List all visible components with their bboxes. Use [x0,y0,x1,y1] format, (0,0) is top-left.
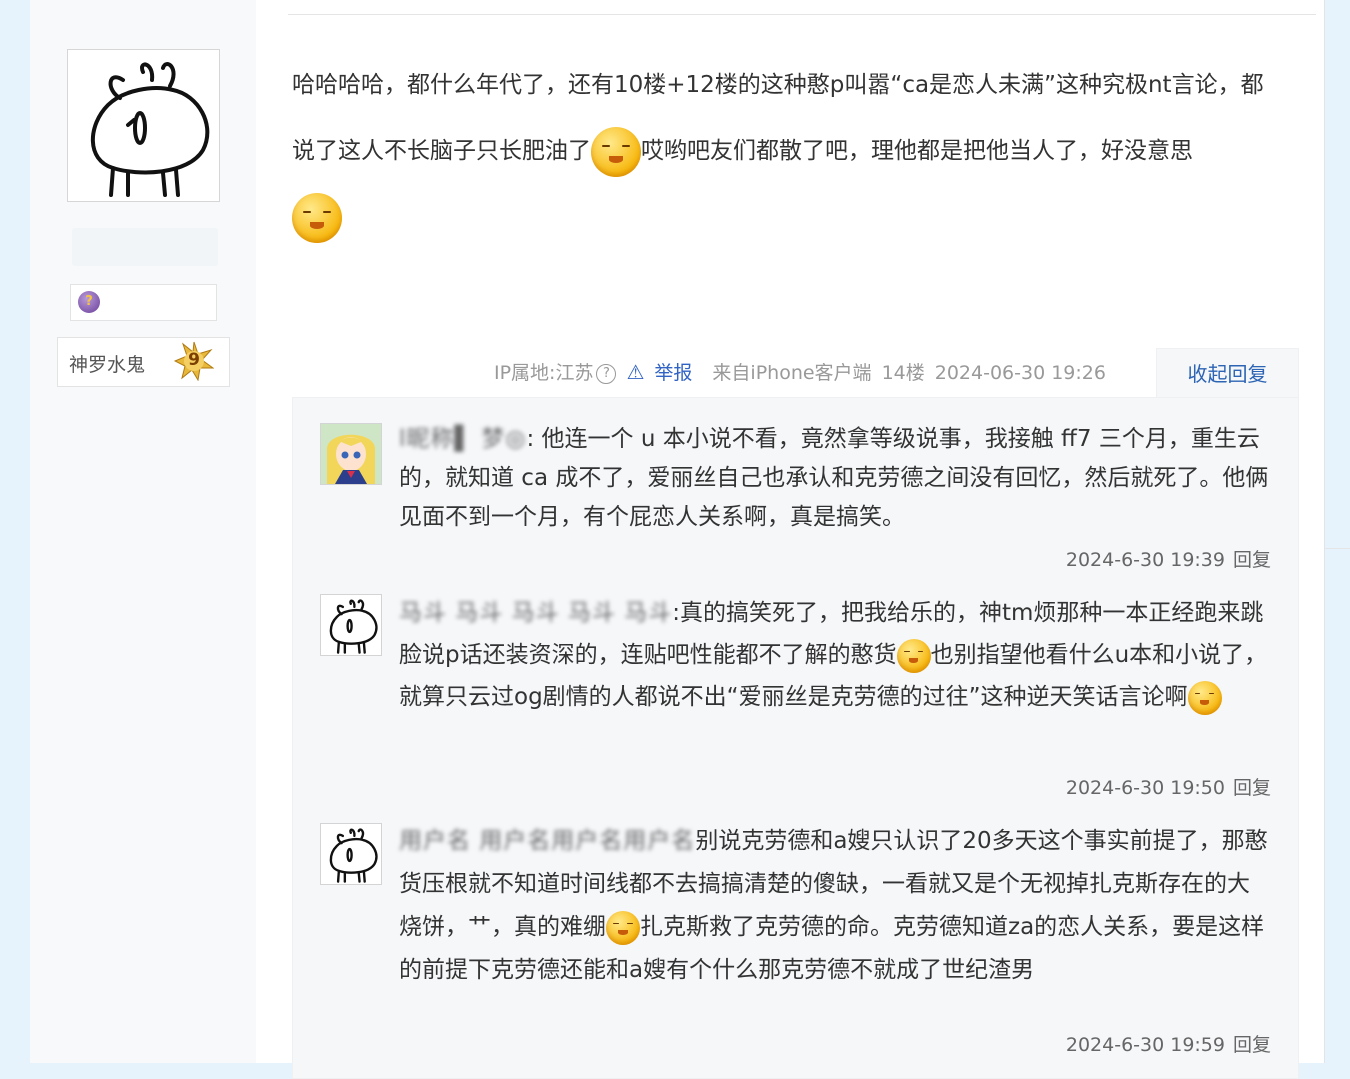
reply-meta: 2024-6-30 19:50 回复 [1066,773,1271,800]
reply-meta: 2024-6-30 19:39 回复 [1066,545,1271,572]
medal-badge[interactable]: ? [70,284,217,321]
reply-text: 马斗 马斗 马斗 马斗 马斗:真的搞笑死了，把我给乐的，神tm烦那种一本正经跑来… [399,592,1271,718]
level-number: 9 [188,350,200,370]
shy-face-emoji-icon [292,192,342,243]
reply-username[interactable]: l昵称▌ 梦◎ [399,420,526,459]
reply-time: 2024-6-30 19:39 [1065,549,1225,571]
reply-username[interactable]: 马斗 马斗 马斗 马斗 马斗 [399,592,672,634]
floor-number: 14楼 [881,362,925,384]
reply-button[interactable]: 回复 [1233,777,1271,799]
report-link[interactable]: ⚠ 举报 [626,360,702,384]
reply-username[interactable]: 用户名 用户名用户名用户名 [399,820,695,863]
reply-list: l昵称▌ 梦◎: 他连一个 u 本小说不看，竟然拿等级说事，我接触 ff7 三个… [292,397,1299,1079]
ip-location: IP属地:江苏 [494,362,594,384]
post-content: 哈哈哈哈，都什么年代了，还有10楼+12楼的这种憨p叫嚣“ca是恋人未满”这种究… [292,52,1284,250]
post-page: ? 神罗水鬼 9 哈哈哈哈，都什么年代了，还有10楼+12楼的这种憨p叫嚣“ca… [30,0,1325,1079]
reply-button[interactable]: 回复 [1233,549,1271,571]
anime-girl-avatar-icon [321,424,381,484]
author-level[interactable]: 神罗水鬼 9 [57,337,230,387]
reply-content: : 他连一个 u 本小说不看，竟然拿等级说事，我接触 ff7 三个月，重生云的，… [399,426,1269,530]
reply-text: l昵称▌ 梦◎: 他连一个 u 本小说不看，竟然拿等级说事，我接触 ff7 三个… [399,420,1271,537]
rabbit-sketch-avatar-icon [329,828,378,883]
report-label: 举报 [654,362,693,384]
author-avatar[interactable] [67,49,220,202]
warning-triangle-icon: ⚠ [626,360,645,384]
post-time: 2024-06-30 19:26 [934,362,1106,384]
fold-replies-button[interactable]: 收起回复 [1156,348,1299,399]
reply-meta: 2024-6-30 19:59 回复 [1066,1030,1271,1057]
rabbit-sketch-avatar-icon [329,599,378,654]
post-tail: IP属地:江苏? ⚠ 举报 来自iPhone客户端 14楼 2024-06-30 19:2… [494,358,1116,385]
top-divider [288,14,1316,15]
laugh-cry-emoji-icon [896,638,931,673]
reply-button[interactable]: 回复 [1233,1034,1271,1056]
author-name: 神罗水鬼 [69,354,146,376]
shy-face-emoji-icon [591,126,641,177]
author-sidebar: ? 神罗水鬼 9 [30,0,256,1063]
side-divider [1324,548,1350,549]
name-placeholder [72,228,218,266]
client-source: 来自iPhone客户端 [712,362,872,384]
reply-time: 2024-6-30 19:50 [1065,777,1225,799]
rabbit-sketch-avatar-icon [90,62,210,197]
reply-avatar[interactable] [320,594,382,656]
question-medal-icon: ? [78,291,100,313]
reply-time: 2024-6-30 19:59 [1065,1034,1225,1056]
reply-text: 用户名 用户名用户名用户名别说克劳德和a嫂只认识了20多天这个事实前提了，那憨货… [399,820,1271,992]
reply-avatar[interactable] [320,823,382,885]
help-circle-icon[interactable]: ? [596,363,617,384]
laugh-cry-emoji-icon [1187,680,1222,715]
shy-face-emoji-icon [606,910,640,945]
post-text-2: 哎哟吧友们都散了吧，理他都是把他当人了，好没意思 [641,138,1193,164]
reply-avatar[interactable] [320,423,382,485]
